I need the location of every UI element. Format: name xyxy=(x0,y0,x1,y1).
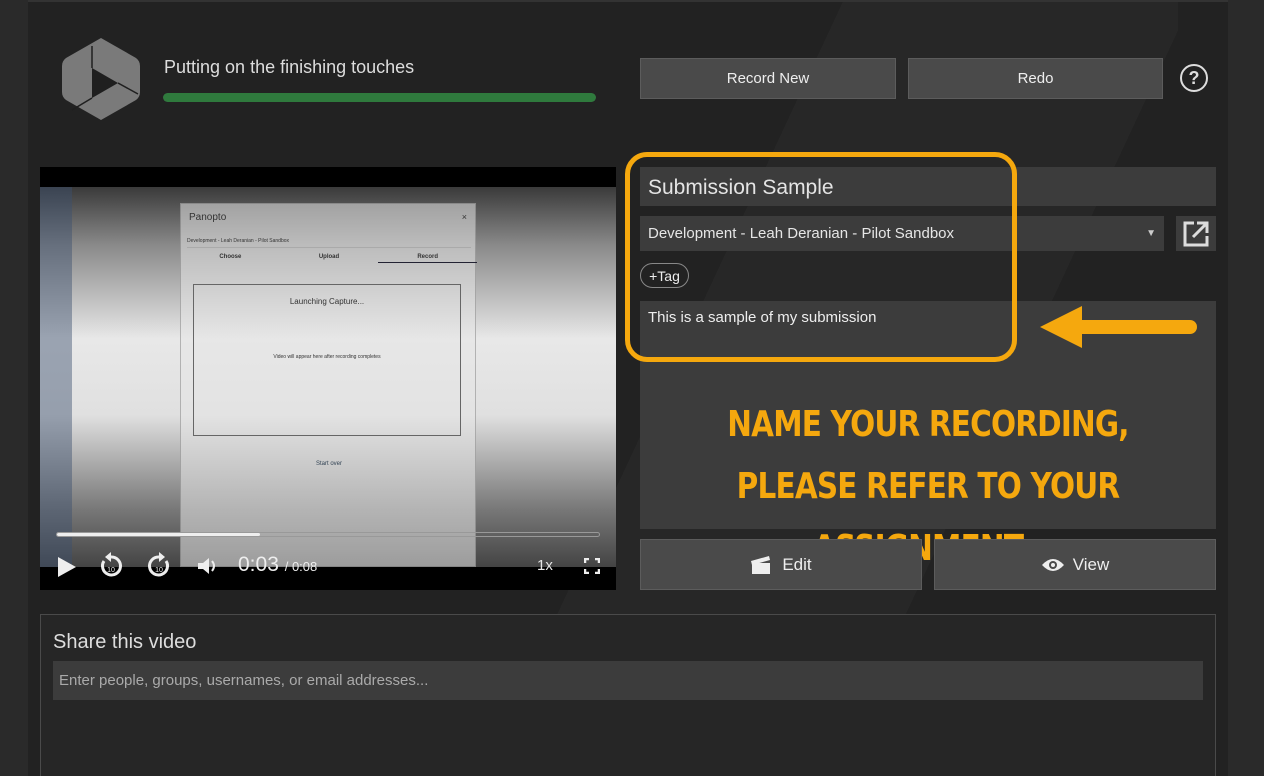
thumbnail-sidebar xyxy=(40,187,72,567)
share-heading: Share this video xyxy=(53,631,197,653)
thumbnail-tab: Choose xyxy=(219,254,242,260)
time-display: 0:03 / 0:08 xyxy=(238,553,317,577)
edit-label: Edit xyxy=(782,554,812,574)
thumbnail-tabs: Choose Upload Record xyxy=(181,254,478,263)
upload-progress-bar xyxy=(163,93,596,102)
video-player[interactable]: Panopto × Development - Leah Deranian - … xyxy=(40,167,616,590)
thumbnail-dialog-title: Panopto xyxy=(189,212,227,223)
view-label: View xyxy=(1072,554,1110,574)
playback-speed-button[interactable]: 1x xyxy=(537,557,553,574)
open-folder-button[interactable] xyxy=(1176,216,1216,251)
thumbnail-close: × xyxy=(461,212,467,222)
thumbnail-placeholder: Video will appear here after recording c… xyxy=(273,354,381,360)
svg-text:10: 10 xyxy=(107,567,115,574)
thumbnail-launching: Launching Capture... xyxy=(289,297,365,306)
video-frame: Panopto × Development - Leah Deranian - … xyxy=(40,187,616,567)
seek-played xyxy=(57,533,261,536)
share-panel: Share this video xyxy=(40,614,1216,776)
volume-icon[interactable] xyxy=(196,556,218,576)
eye-icon xyxy=(1041,558,1064,571)
share-recipients-input[interactable] xyxy=(53,661,1203,700)
duration: / 0:08 xyxy=(284,559,318,574)
seek-bar[interactable] xyxy=(56,532,600,537)
panopto-recorder: Putting on the finishing touches Record … xyxy=(28,0,1228,776)
thumbnail-tab: Record xyxy=(378,254,478,263)
arrow-left-icon xyxy=(1040,306,1197,348)
redo-button[interactable]: Redo xyxy=(908,58,1163,99)
external-link-icon xyxy=(1183,221,1209,246)
thumbnail-folder: Development - Leah Deranian - Pilot Sand… xyxy=(187,238,471,248)
clapperboard-icon xyxy=(751,555,771,574)
thumbnail-tab: Upload xyxy=(318,254,340,260)
rewind-10-icon[interactable]: 10 xyxy=(98,551,124,579)
help-icon[interactable]: ? xyxy=(1180,64,1208,92)
thumbnail-capture-box: Launching Capture... Video will appear h… xyxy=(193,284,461,436)
fullscreen-icon[interactable] xyxy=(584,558,600,574)
current-time: 0:03 xyxy=(238,553,279,576)
chevron-down-icon: ▼ xyxy=(1146,228,1156,239)
panopto-logo-icon xyxy=(62,38,140,120)
edit-button[interactable]: Edit xyxy=(640,539,922,590)
view-button[interactable]: View xyxy=(934,539,1216,590)
progress-fill xyxy=(163,93,596,102)
play-icon[interactable] xyxy=(56,555,78,579)
thumbnail-start-over: Start over xyxy=(315,461,342,467)
thumbnail-dialog: Panopto × Development - Leah Deranian - … xyxy=(180,203,478,567)
status-text: Putting on the finishing touches xyxy=(164,57,415,77)
forward-10-icon[interactable]: 10 xyxy=(146,551,172,579)
highlight-box xyxy=(625,152,1017,362)
record-new-button[interactable]: Record New xyxy=(640,58,896,99)
svg-text:10: 10 xyxy=(155,567,163,574)
